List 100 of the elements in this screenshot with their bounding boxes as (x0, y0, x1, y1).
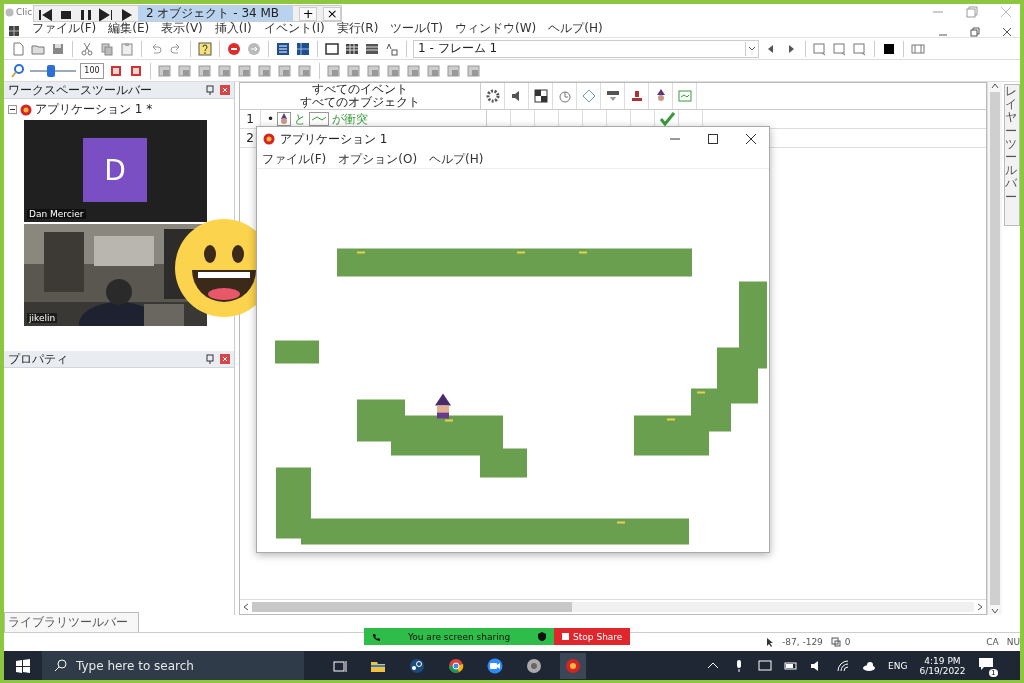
cursor-icon (766, 637, 774, 647)
tool-icon[interactable] (197, 62, 213, 79)
video-camera-icon[interactable] (487, 657, 503, 674)
search-icon[interactable] (10, 62, 26, 79)
frame-dropdown[interactable]: 1 - フレーム 1 (413, 39, 759, 58)
tool-icon[interactable] (177, 62, 193, 79)
tree-item-label[interactable]: アプリケーション 1 * (35, 101, 153, 118)
frame-icon[interactable] (812, 40, 828, 57)
wifi-icon[interactable] (836, 658, 850, 673)
close-icon[interactable] (1002, 27, 1012, 37)
toolbar-button[interactable]: × (323, 6, 342, 21)
tool-icon[interactable] (277, 62, 293, 79)
object-count: 0 (844, 637, 851, 647)
gear-icon[interactable] (484, 88, 501, 104)
zoom-slider[interactable] (30, 64, 76, 77)
app-logo-icon (5, 7, 14, 17)
library-tab[interactable]: ライブラリツールバー (4, 612, 139, 632)
clock-time[interactable]: 4:19 PM (924, 655, 961, 666)
frame-icon[interactable] (832, 40, 848, 57)
tool-icon[interactable] (446, 62, 462, 79)
shield-icon (538, 632, 547, 641)
browser-icon[interactable] (448, 657, 464, 674)
tool-icon[interactable] (157, 62, 173, 79)
record-icon[interactable] (226, 40, 242, 57)
menu-item[interactable]: 編集(E) (108, 20, 150, 37)
scrollbar-thumb[interactable] (252, 602, 572, 612)
cut-icon[interactable] (79, 40, 95, 57)
panel-title: ワークスペースツールバー (8, 81, 153, 99)
scroll-right-icon[interactable] (976, 603, 984, 611)
slider-thumb[interactable] (46, 64, 55, 77)
sharing-message: You are screen sharing (408, 631, 511, 642)
screen-icon[interactable] (758, 658, 772, 673)
tool-icon[interactable] (366, 62, 382, 79)
tool-icon[interactable] (426, 62, 442, 79)
diamond-icon[interactable] (580, 88, 597, 104)
clock-icon[interactable] (556, 88, 573, 104)
bullet: • (267, 112, 275, 126)
app-icon[interactable] (565, 657, 581, 674)
menu-item[interactable]: 表示(V) (161, 20, 203, 37)
pin-icon[interactable] (206, 85, 214, 95)
menu-item[interactable]: イベント(I) (263, 20, 325, 37)
platform-icon[interactable] (676, 88, 693, 104)
tool-icon[interactable] (406, 62, 422, 79)
menu-item[interactable]: ウィンドウ(W) (455, 20, 537, 37)
menu-item[interactable]: ヘルプ(H) (429, 151, 484, 168)
scroll-up-icon[interactable] (991, 82, 999, 90)
layer-icon (830, 637, 841, 647)
menu-item[interactable]: 実行(R) (336, 20, 379, 37)
avatar: D (83, 138, 147, 202)
windows-start-icon[interactable] (16, 658, 30, 673)
menu-item[interactable]: ツール(T) (390, 20, 443, 37)
close-icon[interactable] (745, 133, 757, 145)
tool-icon[interactable] (346, 62, 362, 79)
scroll-down-icon[interactable] (991, 607, 999, 615)
column-header: すべてのオブジェクト (300, 96, 420, 109)
layer-toolbar-tab[interactable]: レイヤーツールバー (1004, 84, 1020, 226)
tool-icon[interactable] (297, 62, 313, 79)
disc-icon[interactable] (526, 657, 542, 674)
app-icon (263, 133, 275, 145)
tool-icon[interactable] (466, 62, 482, 79)
tool-icon[interactable] (326, 62, 342, 79)
zoom-field[interactable]: 100 (80, 62, 104, 79)
collapse-icon[interactable] (8, 105, 17, 114)
frame-icon[interactable] (324, 40, 340, 57)
help-icon[interactable] (197, 40, 213, 57)
participant-name: jikelin (27, 313, 58, 323)
menu-item[interactable]: ヘルプ(H) (548, 20, 603, 37)
maximize-icon[interactable] (707, 133, 719, 145)
condition-text: と (294, 110, 307, 128)
tool-icon[interactable] (217, 62, 233, 79)
list-icon[interactable] (275, 40, 291, 57)
scrollbar-thumb[interactable] (990, 92, 1000, 605)
frame-icon[interactable] (852, 40, 868, 57)
menu-item[interactable]: オプション(O) (338, 151, 418, 168)
search-field[interactable]: Type here to search (42, 651, 304, 680)
copy-icon[interactable] (99, 40, 115, 57)
notification-icon[interactable] (977, 657, 994, 671)
pin-icon[interactable] (206, 354, 214, 364)
tool-icon[interactable] (257, 62, 273, 79)
skip-back-icon[interactable] (38, 6, 52, 21)
window-title: アプリケーション 1 (280, 130, 388, 148)
checkerboard-icon[interactable] (532, 88, 549, 104)
skip-forward-icon[interactable] (98, 6, 112, 21)
tool-icon[interactable] (386, 62, 402, 79)
restore-icon[interactable] (970, 27, 980, 37)
tool-icon[interactable] (237, 62, 253, 79)
scroll-left-icon[interactable] (242, 603, 250, 611)
clock-date[interactable]: 6/19/2022 (919, 665, 966, 676)
menu-item[interactable]: ファイル(F) (262, 151, 327, 168)
coordinates: -87, -129 (782, 637, 823, 647)
grid-icon[interactable] (295, 40, 311, 57)
steam-icon[interactable] (409, 657, 425, 674)
column-header: すべてのイベント (312, 83, 408, 96)
language-indicator[interactable]: ENG (888, 660, 908, 671)
toolbar-button[interactable]: + (299, 6, 318, 21)
phone-icon (372, 632, 380, 641)
menu-item[interactable]: ファイル(F) (32, 20, 97, 37)
menu-item[interactable]: 挿入(I) (214, 20, 252, 37)
stop-share-button[interactable]: Stop Share (554, 628, 631, 645)
grid-menu-icon[interactable] (8, 25, 20, 37)
